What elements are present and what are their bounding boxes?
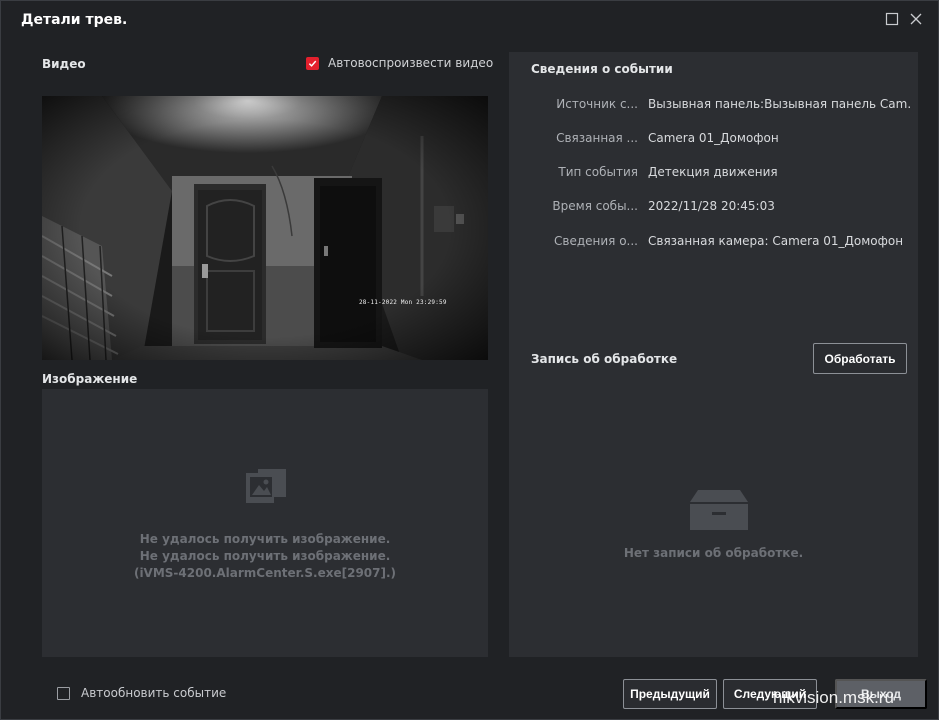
event-type-value: Детекция движения <box>648 165 778 179</box>
event-source-value: Вызывная панель:Вызывная панель Cam... <box>648 97 910 111</box>
image-error-message: Не удалось получить изображение. Не удал… <box>42 531 488 582</box>
event-info-row: Связанная ... Camera 01_Домофон <box>509 131 918 151</box>
image-panel: Не удалось получить изображение. Не удал… <box>42 389 488 657</box>
checkbox-unchecked-icon[interactable] <box>57 686 70 700</box>
window-title: Детали трев. <box>21 12 128 28</box>
image-error-line-2: Не удалось получить изображение. <box>139 549 391 563</box>
empty-tray-icon <box>690 490 748 534</box>
camera-frame-image <box>42 96 488 360</box>
video-timestamp: 28-11-2022 Mon 23:29:59 <box>359 299 447 306</box>
event-type-key: Тип события <box>558 165 638 179</box>
autoplay-label: Автовоспроизвести видео <box>328 56 494 70</box>
image-placeholder-icon <box>246 469 286 507</box>
previous-button[interactable]: Предыдущий <box>623 679 717 709</box>
linked-camera-key: Связанная ... <box>556 131 638 145</box>
event-details-key: Сведения о... <box>554 234 638 248</box>
checkbox-checked-icon[interactable] <box>306 56 319 70</box>
event-time-value: 2022/11/28 20:45:03 <box>648 199 775 213</box>
no-handling-record-message: Нет записи об обработке. <box>623 546 804 560</box>
event-time-key: Время собы... <box>552 199 638 213</box>
video-player[interactable]: 28-11-2022 Mon 23:29:59 <box>42 96 488 360</box>
event-source-key: Источник с... <box>556 97 638 111</box>
image-section-label: Изображение <box>42 372 138 386</box>
auto-update-label: Автообновить событие <box>81 686 227 700</box>
linked-camera-value: Camera 01_Домофон <box>648 131 779 145</box>
event-info-row: Тип события Детекция движения <box>509 165 918 185</box>
close-icon[interactable] <box>909 11 927 29</box>
event-info-row: Время собы... 2022/11/28 20:45:03 <box>509 199 918 219</box>
event-info-row: Источник с... Вызывная панель:Вызывная п… <box>509 97 918 117</box>
image-error-line-1: Не удалось получить изображение. <box>139 532 391 546</box>
alarm-details-window: Детали трев. Видео Автовоспроизвести вид… <box>0 0 939 720</box>
title-bar: Детали трев. <box>1 1 938 41</box>
maximize-icon[interactable] <box>885 11 903 29</box>
process-button[interactable]: Обработать <box>813 343 907 374</box>
handling-record-title: Запись об обработке <box>531 352 678 366</box>
watermark-text: hikvision.msk.ru <box>773 688 894 707</box>
image-error-line-3: (iVMS-4200.AlarmCenter.S.exe[2907].) <box>133 566 397 580</box>
autoplay-checkbox[interactable]: Автовоспроизвести видео <box>306 56 493 70</box>
event-info-title: Сведения о событии <box>531 62 673 76</box>
event-details-value: Связанная камера: Camera 01_Домофон <box>648 234 904 248</box>
auto-update-checkbox[interactable]: Автообновить событие <box>57 686 226 700</box>
video-section-label: Видео <box>42 57 86 71</box>
event-info-row: Сведения о... Связанная камера: Camera 0… <box>509 234 918 254</box>
event-details-panel: Сведения о событии Источник с... Вызывна… <box>509 52 918 657</box>
